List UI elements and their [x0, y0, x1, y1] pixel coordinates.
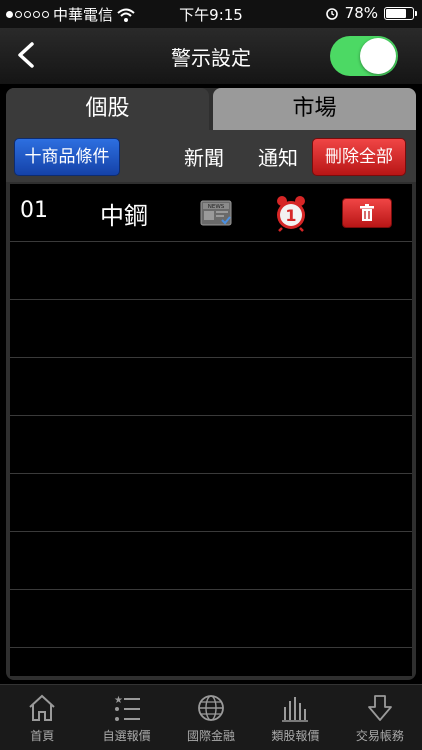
- tab-bar: 個股 市場: [6, 88, 416, 130]
- battery-icon: [384, 6, 417, 20]
- bottom-tab-bar: 首頁 ★ 自選報價 國際金融 類股報價 交易帳務: [0, 684, 422, 750]
- tabbar-item-watchlist[interactable]: ★ 自選報價: [84, 685, 168, 750]
- battery-percent: 78%: [344, 4, 378, 22]
- alert-panel: 個股 市場 十商品條件 新聞 通知 刪除全部 01 中鋼 NEWS 1: [6, 88, 416, 680]
- status-bar: 中華電信 下午9:15 78%: [0, 0, 422, 28]
- alarm-clock-icon[interactable]: 1: [274, 194, 308, 232]
- list-icon: ★: [114, 695, 140, 721]
- notify-column-header: 通知: [258, 146, 298, 170]
- empty-row: [10, 416, 412, 474]
- tabbar-label: 自選報價: [102, 729, 151, 743]
- tab-individual-stock[interactable]: 個股: [6, 88, 209, 130]
- empty-row: [10, 242, 412, 300]
- bars-icon: [282, 697, 309, 722]
- empty-row: [10, 474, 412, 532]
- tabbar-item-sector[interactable]: 類股報價: [253, 685, 337, 750]
- svg-text:NEWS: NEWS: [208, 204, 225, 210]
- svg-text:★: ★: [114, 695, 123, 706]
- tabbar-item-home[interactable]: 首頁: [0, 685, 84, 750]
- status-right: 78%: [325, 4, 417, 22]
- empty-row: [10, 300, 412, 358]
- trash-icon: [360, 204, 374, 221]
- tabbar-label: 交易帳務: [355, 729, 404, 743]
- stock-code: 01: [20, 198, 48, 223]
- tabbar-item-international[interactable]: 國際金融: [169, 685, 253, 750]
- news-column-header: 新聞: [184, 146, 224, 170]
- alarm-clock-status-icon: [325, 8, 338, 20]
- tabbar-item-trading[interactable]: 交易帳務: [338, 685, 422, 750]
- alert-list: 01 中鋼 NEWS 1: [10, 184, 412, 676]
- stock-name: 中鋼: [100, 202, 148, 230]
- news-icon[interactable]: NEWS: [200, 200, 232, 226]
- home-icon: [29, 694, 55, 721]
- alarm-count: 1: [285, 206, 296, 225]
- alert-toggle[interactable]: [330, 36, 398, 76]
- empty-row: [10, 532, 412, 590]
- delete-all-button[interactable]: 刪除全部: [312, 138, 406, 176]
- tab-market[interactable]: 市場: [213, 88, 416, 130]
- add-condition-button[interactable]: 十商品條件: [14, 138, 120, 176]
- table-row[interactable]: 01 中鋼 NEWS 1: [10, 184, 412, 242]
- delete-row-button[interactable]: [342, 198, 392, 228]
- tabbar-label: 首頁: [30, 729, 55, 743]
- empty-row: [10, 358, 412, 416]
- list-toolbar: 十商品條件 新聞 通知 刪除全部: [6, 130, 416, 182]
- toggle-knob: [360, 38, 396, 74]
- empty-row: [10, 590, 412, 648]
- nav-bar: 警示設定: [0, 28, 422, 84]
- down-arrow-icon: [367, 695, 392, 721]
- globe-icon: [198, 695, 224, 721]
- tabbar-label: 國際金融: [187, 729, 236, 743]
- tabbar-label: 類股報價: [271, 729, 320, 743]
